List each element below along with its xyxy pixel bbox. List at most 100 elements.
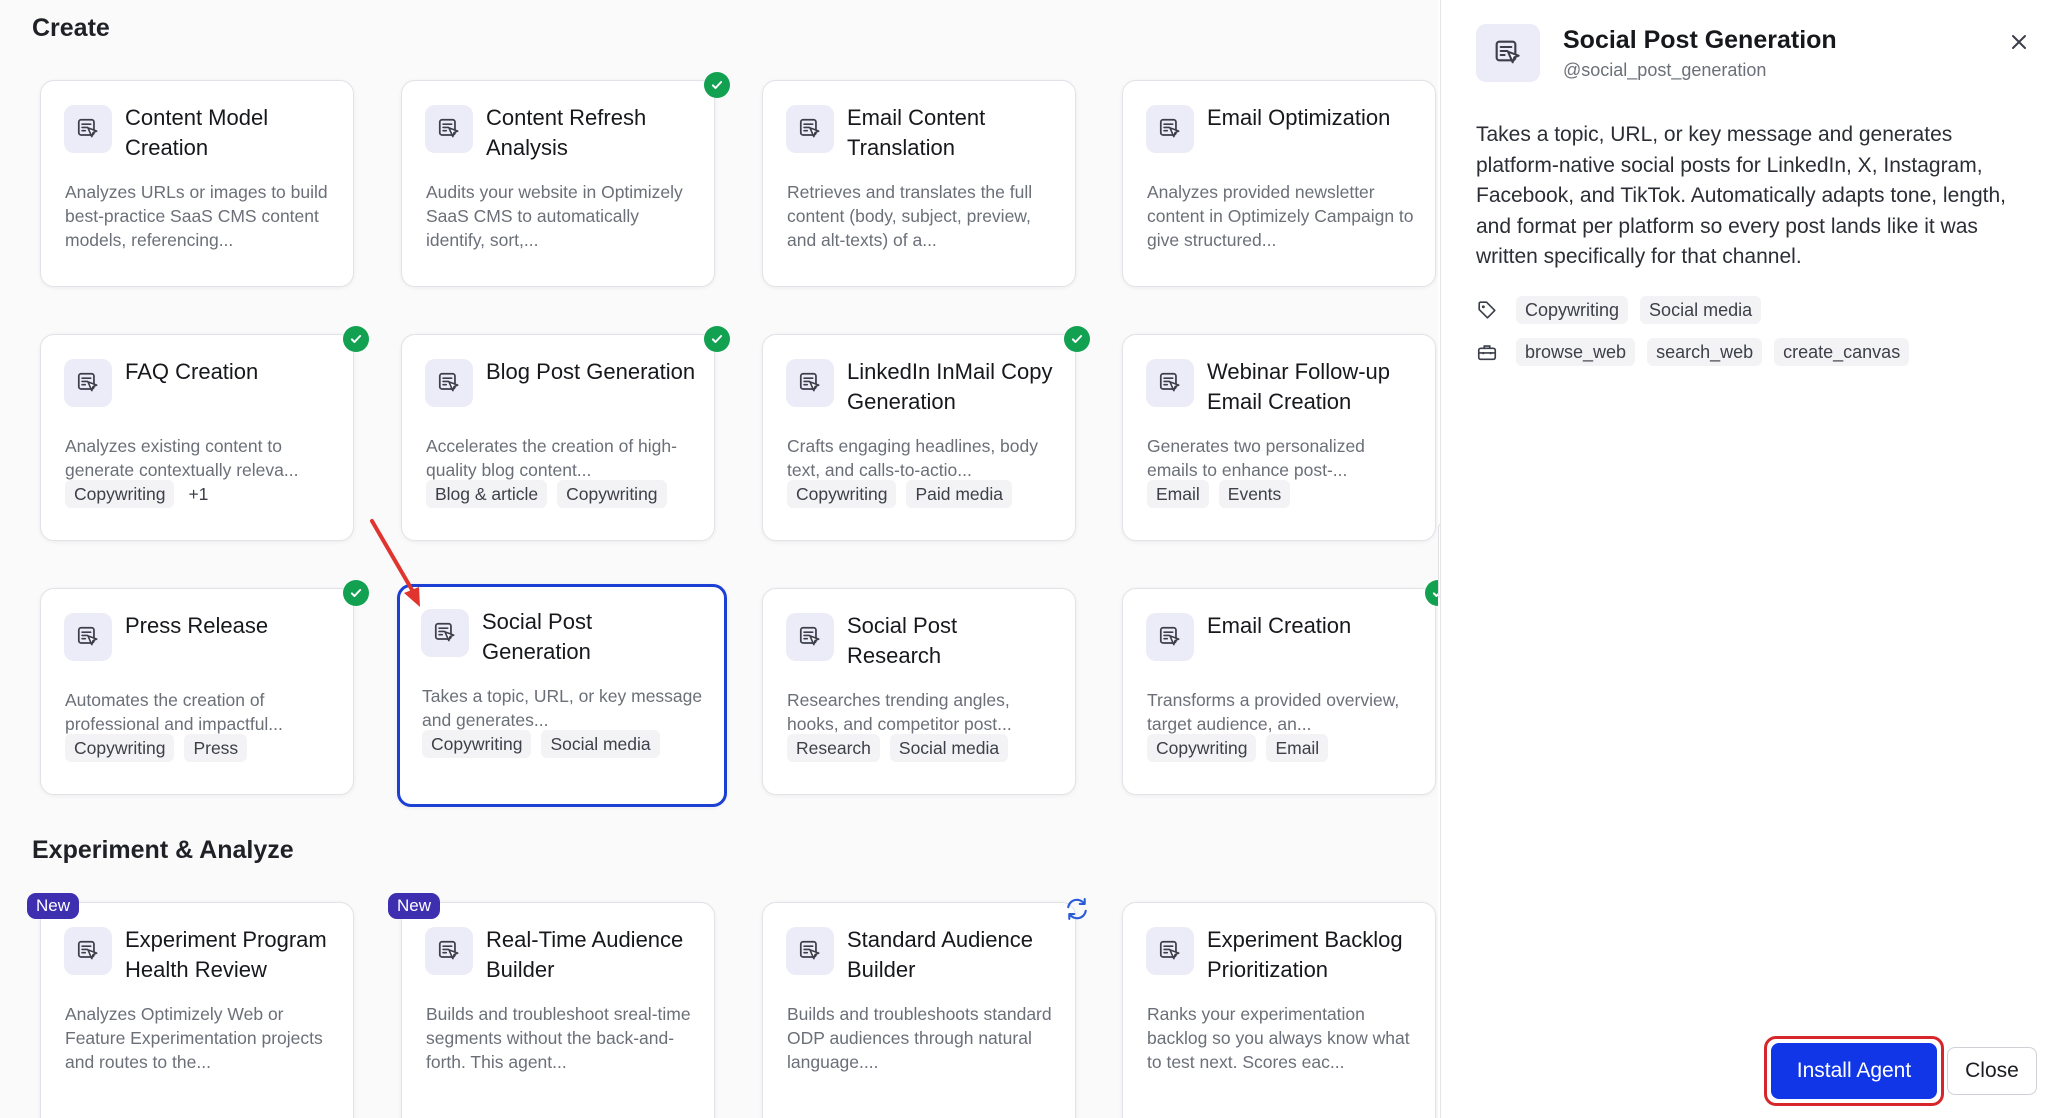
card-tags: Copywriting Press xyxy=(65,734,248,762)
card-description: Audits your website in Optimizely SaaS C… xyxy=(426,182,683,250)
card-title: Email Creation xyxy=(1207,613,1352,638)
card-title: Email Content Translation xyxy=(847,105,986,160)
panel-title: Social Post Generation xyxy=(1563,26,1837,54)
agent-card-content-model-creation[interactable]: Content Model Creation Analyzes URLs or … xyxy=(40,80,354,287)
card-tags: Blog & article Copywriting xyxy=(426,480,667,508)
tag: Copywriting xyxy=(65,734,175,762)
card-description: Accelerates the creation of high-quality… xyxy=(426,436,677,480)
tag: Events xyxy=(1218,480,1291,508)
card-description: Ranks your experimentation backlog so yo… xyxy=(1147,1004,1410,1072)
agent-cursor-icon xyxy=(1476,24,1540,82)
agent-cursor-icon xyxy=(1146,927,1194,975)
agent-card-social-post-research[interactable]: Social Post Research Researches trending… xyxy=(762,588,1076,795)
card-description: Researches trending angles, hooks, and c… xyxy=(787,690,1012,734)
card-title: FAQ Creation xyxy=(125,359,259,384)
agent-card-content-refresh-analysis[interactable]: Content Refresh Analysis Audits your web… xyxy=(401,80,715,287)
agent-cursor-icon xyxy=(786,105,834,153)
card-title: Blog Post Generation xyxy=(486,359,696,384)
agent-cursor-icon xyxy=(64,927,112,975)
card-title: Social Post Generation xyxy=(482,609,593,664)
card-tags: Email Events xyxy=(1147,480,1291,508)
annotation-arrow-icon xyxy=(370,519,420,607)
check-circle-icon xyxy=(704,72,730,98)
install-agent-button[interactable]: Install Agent xyxy=(1771,1043,1937,1099)
agent-cursor-icon xyxy=(64,105,112,153)
section-title-create: Create xyxy=(32,14,110,42)
card-title: Social Post Research xyxy=(847,613,958,668)
card-title: Press Release xyxy=(125,613,269,638)
sync-icon[interactable] xyxy=(1063,895,1091,923)
tag: Email xyxy=(1266,734,1329,762)
agent-card-press-release[interactable]: Press Release Automates the creation of … xyxy=(40,588,354,795)
tag: Social media xyxy=(889,734,1009,762)
tag: Copywriting xyxy=(787,480,897,508)
card-tags: Copywriting Email xyxy=(1147,734,1329,762)
check-circle-icon xyxy=(1064,326,1090,352)
tool-tag: browse_web xyxy=(1516,338,1636,366)
new-badge: New xyxy=(27,893,80,919)
agent-card-experiment-program-health-review[interactable]: Experiment Program Health Review Analyze… xyxy=(40,902,354,1118)
agent-cursor-icon xyxy=(64,359,112,407)
close-icon[interactable] xyxy=(2007,30,2031,54)
agent-card-standard-audience-builder[interactable]: Standard Audience Builder Builds and tro… xyxy=(762,902,1076,1118)
card-tags: Copywriting Social media xyxy=(422,730,660,758)
card-description: Builds and troubleshoot sreal-time segme… xyxy=(426,1004,691,1072)
agent-cursor-icon xyxy=(786,927,834,975)
card-description: Retrieves and translates the full conten… xyxy=(787,182,1033,250)
agent-cursor-icon xyxy=(425,105,473,153)
tool-tag: search_web xyxy=(1647,338,1763,366)
agent-cursor-icon xyxy=(1146,613,1194,661)
agent-cursor-icon xyxy=(425,359,473,407)
agent-card-experiment-backlog-prioritization[interactable]: Experiment Backlog Prioritization Ranks … xyxy=(1122,902,1436,1118)
card-title: Experiment Program Health Review xyxy=(125,927,327,982)
card-title: Standard Audience Builder xyxy=(847,927,1033,982)
agent-cursor-icon xyxy=(421,609,469,657)
card-title: Webinar Follow-up Email Creation xyxy=(1207,359,1391,414)
card-title: Email Optimization xyxy=(1207,105,1391,130)
card-description: Generates two personalized emails to enh… xyxy=(1147,436,1365,480)
agent-card-email-creation[interactable]: Email Creation Transforms a provided ove… xyxy=(1122,588,1436,795)
card-title: Content Model Creation xyxy=(125,105,269,160)
card-description: Analyzes provided newsletter content in … xyxy=(1147,182,1414,250)
card-title: Content Refresh Analysis xyxy=(486,105,647,160)
card-description: Analyzes URLs or images to build best-pr… xyxy=(65,182,328,250)
agent-handle: @social_post_generation xyxy=(1563,60,1767,80)
tag: Copywriting xyxy=(557,480,667,508)
agent-card-email-content-translation[interactable]: Email Content Translation Retrieves and … xyxy=(762,80,1076,287)
close-button[interactable]: Close xyxy=(1947,1047,2037,1095)
tag-icon xyxy=(1476,299,1498,321)
tag: Email xyxy=(1147,480,1209,508)
agent-card-webinar-follow-up-email-creation[interactable]: Webinar Follow-up Email Creation Generat… xyxy=(1122,334,1436,541)
tool-tag: create_canvas xyxy=(1774,338,1910,366)
card-title: Experiment Backlog Prioritization xyxy=(1207,927,1403,982)
agent-detail-panel: Social Post Generation @social_post_gene… xyxy=(1440,0,2050,1118)
agent-catalog: Create Content Model Creation Analyzes U… xyxy=(0,0,1438,1118)
card-title: LinkedIn InMail Copy Generation xyxy=(847,359,1053,414)
card-tags: Copywriting Paid media xyxy=(787,480,1012,508)
agent-card-faq-creation[interactable]: FAQ Creation Analyzes existing content t… xyxy=(40,334,354,541)
agent-cursor-icon xyxy=(1146,105,1194,153)
tools-row: browse_web search_web create_canvas xyxy=(1476,338,1910,366)
tag: Copywriting xyxy=(1516,296,1629,324)
tag: Copywriting xyxy=(422,730,532,758)
card-description: Crafts engaging headlines, body text, an… xyxy=(787,436,1039,480)
agent-card-social-post-generation[interactable]: Social Post Generation Takes a topic, UR… xyxy=(397,584,727,807)
check-circle-icon xyxy=(343,326,369,352)
agent-card-email-optimization[interactable]: Email Optimization Analyzes provided new… xyxy=(1122,80,1436,287)
agent-card-blog-post-generation[interactable]: Blog Post Generation Accelerates the cre… xyxy=(401,334,715,541)
card-description: Analyzes Optimizely Web or Feature Exper… xyxy=(65,1004,323,1072)
check-circle-icon xyxy=(704,326,730,352)
agent-card-real-time-audience-builder[interactable]: Real-Time Audience Builder Builds and tr… xyxy=(401,902,715,1118)
card-description: Builds and troubleshoots standard ODP au… xyxy=(787,1004,1052,1072)
agent-cursor-icon xyxy=(1146,359,1194,407)
tag: Copywriting xyxy=(1147,734,1257,762)
agent-card-linkedin-inmail-copy-generation[interactable]: LinkedIn InMail Copy Generation Crafts e… xyxy=(762,334,1076,541)
section-title-experiment-analyze: Experiment & Analyze xyxy=(32,836,294,864)
card-description: Transforms a provided overview, target a… xyxy=(1147,690,1400,734)
card-description: Automates the creation of professional a… xyxy=(65,690,283,734)
card-tags: Research Social media xyxy=(787,734,1009,762)
agent-cursor-icon xyxy=(786,613,834,661)
card-tags: Copywriting +1 xyxy=(65,480,212,508)
tag: Research xyxy=(787,734,880,762)
tag: Blog & article xyxy=(426,480,548,508)
